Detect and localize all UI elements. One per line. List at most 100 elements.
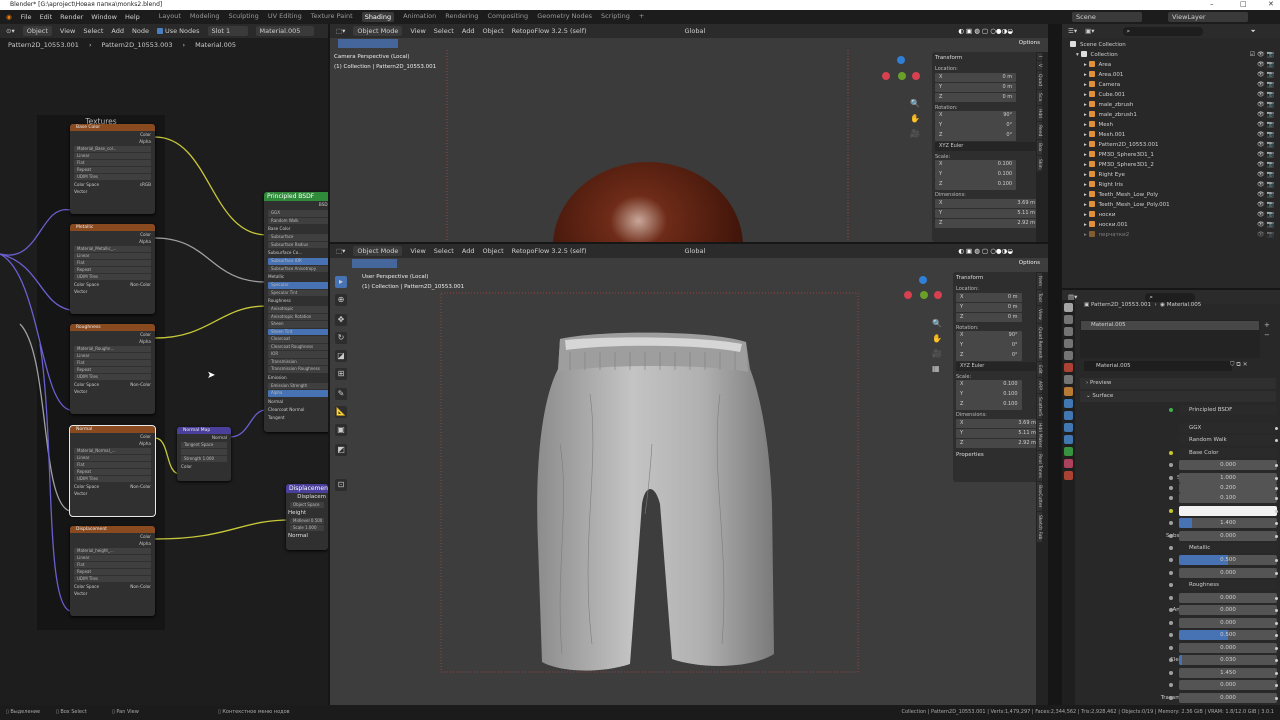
socket-link-icon[interactable]: [1169, 671, 1173, 675]
visibility-toggles[interactable]: 👁 📷: [1257, 100, 1274, 110]
socket-alpha[interactable]: Alpha: [70, 440, 155, 447]
outliner-collection[interactable]: ▾ Collection ☑ 👁 📷: [1062, 50, 1280, 60]
close-button[interactable]: ✕: [1268, 0, 1274, 8]
properties-tab-icon[interactable]: [1064, 471, 1073, 480]
image-selector[interactable]: Material_height_...: [74, 548, 151, 554]
socket-link-icon[interactable]: [1169, 451, 1173, 455]
visibility-toggles[interactable]: 👁 📷: [1257, 230, 1274, 240]
bsdf-input[interactable]: Specular: [268, 282, 328, 289]
outliner-item[interactable]: ▸ Right Iris 👁 📷: [1062, 180, 1280, 190]
property-value-field[interactable]: 0.000: [1179, 460, 1277, 470]
expand-icon[interactable]: ▸: [1084, 82, 1089, 88]
strength-field[interactable]: Strength 1.000: [181, 456, 227, 462]
property-value-field[interactable]: 0.000: [1179, 568, 1277, 578]
transform-panel-title[interactable]: Transform: [956, 275, 1040, 284]
property-value-field[interactable]: 1.400: [1179, 518, 1277, 528]
outliner-item[interactable]: ▸ Area 👁 📷: [1062, 60, 1280, 70]
scale-x-field[interactable]: X 0.100: [935, 160, 1017, 170]
keyframe-dot[interactable]: [1275, 559, 1278, 562]
sidebar-tab[interactable]: Hdri: [1037, 105, 1042, 121]
visibility-toggles[interactable]: 👁 📷: [1257, 120, 1274, 130]
keyframe-dot[interactable]: [1275, 647, 1278, 650]
rotation-y-field[interactable]: Y 0°: [956, 341, 1022, 351]
color-space-dropdown[interactable]: Non-Color: [130, 483, 151, 490]
properties-tab-icon[interactable]: [1064, 327, 1073, 336]
workspace-tab[interactable]: Shading: [361, 12, 395, 22]
visibility-toggles[interactable]: 👁 📷: [1257, 130, 1274, 140]
socket-link-icon[interactable]: [1169, 496, 1173, 500]
rotation-x-field[interactable]: X 90°: [956, 331, 1022, 341]
socket-link-icon[interactable]: [1169, 486, 1173, 490]
keyframe-dot[interactable]: [1275, 522, 1278, 525]
transform-panel-title[interactable]: Transform: [935, 55, 1039, 64]
expand-icon[interactable]: ▸: [1084, 172, 1089, 178]
socket-color[interactable]: Color: [177, 463, 231, 470]
location-y-field[interactable]: Y 0 m: [935, 82, 1017, 92]
visibility-toggles[interactable]: 👁 📷: [1257, 70, 1274, 80]
keyframe-dot[interactable]: [1275, 672, 1278, 675]
property-value-field[interactable]: Base Color: [1179, 448, 1277, 458]
properties-tab-icon[interactable]: [1064, 351, 1073, 360]
filter-view-icon[interactable]: ▣▾: [1085, 27, 1094, 35]
sidebar-tab[interactable]: ScatterS: [1037, 393, 1042, 419]
sidebar-tab[interactable]: Tool: [1037, 290, 1042, 305]
properties-tab-icon[interactable]: [1064, 447, 1073, 456]
node-dropdown[interactable]: Linear: [74, 153, 151, 159]
expand-icon[interactable]: ▸: [1084, 182, 1089, 188]
image-selector[interactable]: Material_Roughn...: [74, 346, 151, 352]
socket-vector[interactable]: Vector: [70, 490, 155, 497]
socket-link-icon[interactable]: [1169, 596, 1173, 600]
bsdf-input[interactable]: Roughness: [264, 297, 328, 305]
outliner-item[interactable]: ▸ Cube.001 👁 📷: [1062, 90, 1280, 100]
expand-icon[interactable]: ▸: [1084, 112, 1089, 118]
socket-link-icon[interactable]: [1169, 408, 1173, 412]
visibility-toggles[interactable]: 👁 📷: [1257, 210, 1274, 220]
workspace-tab[interactable]: Scripting: [601, 12, 630, 22]
rotation-y-field[interactable]: Y 0°: [935, 121, 1017, 131]
location-x-field[interactable]: X 0 m: [956, 292, 1022, 302]
bsdf-input[interactable]: IOR: [268, 351, 328, 358]
visibility-toggles[interactable]: 👁 📷: [1257, 190, 1274, 200]
workspace-tab[interactable]: Texture Paint: [311, 12, 353, 22]
expand-icon[interactable]: ▸: [1084, 192, 1089, 198]
sidebar-tab[interactable]: Hdri Maker: [1037, 419, 1042, 451]
node-dropdown[interactable]: Flat: [74, 360, 151, 366]
socket-vector[interactable]: Vector: [70, 388, 155, 395]
keyframe-dot[interactable]: [1275, 439, 1278, 442]
bsdf-input[interactable]: Alpha: [268, 390, 328, 397]
socket-link-icon[interactable]: [1169, 583, 1173, 587]
uv-map-field[interactable]: [181, 449, 227, 455]
menu-edit[interactable]: Edit: [40, 13, 53, 21]
outliner-item[interactable]: ▸ Right Eye 👁 📷: [1062, 170, 1280, 180]
property-value-field[interactable]: 0.030: [1179, 655, 1277, 665]
sidebar-tab[interactable]: Real Tones: [1037, 451, 1042, 482]
sidebar-tab[interactable]: Quad Remesh: [1037, 323, 1042, 362]
visibility-toggles[interactable]: 👁 📷: [1257, 160, 1274, 170]
camera-viewport[interactable]: ⬚▾ Object Mode View Select Add Object Re…: [330, 24, 1048, 242]
outliner[interactable]: ☰▾ ▣▾ ⌕ ⏷ Scene Collection ▾ Collection ☑ …: [1062, 24, 1280, 288]
properties-tab-icon[interactable]: [1064, 303, 1073, 312]
property-value-field[interactable]: 1.450: [1179, 668, 1277, 678]
keyframe-dot[interactable]: [1275, 535, 1278, 538]
material-slot-list[interactable]: Material.005: [1080, 320, 1260, 358]
node-dropdown[interactable]: Repeat: [74, 569, 151, 575]
dimensions-z-field[interactable]: Z 2.92 m: [956, 438, 1040, 448]
bsdf-input[interactable]: Base Color: [264, 225, 328, 233]
outliner-scene-collection[interactable]: Scene Collection: [1062, 40, 1280, 50]
bsdf-input[interactable]: Emission Strength: [268, 382, 328, 389]
properties-tab-icon[interactable]: [1064, 363, 1073, 372]
workspace-tab[interactable]: Geometry Nodes: [537, 12, 592, 22]
socket-link-icon[interactable]: [1169, 696, 1173, 700]
visibility-toggles[interactable]: 👁 📷: [1257, 60, 1274, 70]
sidebar-tab[interactable]: Edit: [1037, 362, 1042, 377]
property-value-field[interactable]: 0.000: [1179, 643, 1277, 653]
workspace-tab[interactable]: +: [639, 12, 644, 22]
outliner-item[interactable]: ▸ перчатки2 👁 📷: [1062, 230, 1280, 240]
socket-link-icon[interactable]: [1169, 558, 1173, 562]
material-actions[interactable]: ⛉ ⧉ ✕: [1230, 361, 1248, 369]
dimensions-z-field[interactable]: Z 2.92 m: [935, 218, 1039, 228]
socket-link-icon[interactable]: [1169, 546, 1173, 550]
rotation-mode-dropdown[interactable]: XYZ Euler: [956, 361, 1040, 371]
rotation-x-field[interactable]: X 90°: [935, 111, 1017, 121]
socket-displacement[interactable]: Displacem: [286, 493, 328, 501]
